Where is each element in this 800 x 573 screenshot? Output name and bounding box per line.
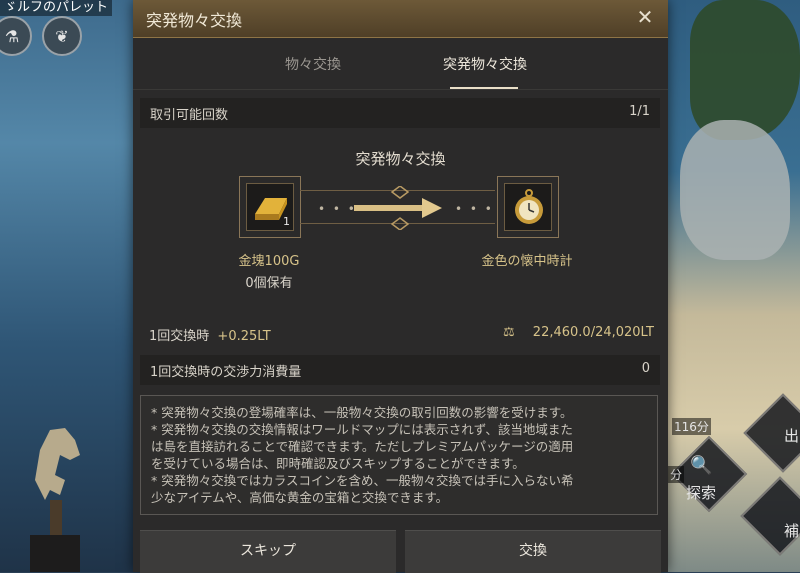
buff-time-label-2: 分 — [668, 466, 685, 483]
energy-value: 0 — [641, 361, 650, 376]
modal-title: 突発物々交換 — [146, 11, 243, 30]
get-item-slot[interactable] — [497, 176, 559, 238]
lt-info: 1回交換時 +0.25LT — [149, 325, 271, 344]
explore-label: 探索 — [686, 484, 717, 502]
arrow-right-icon — [354, 186, 442, 230]
background-rock — [680, 120, 790, 260]
trade-count-label: 取引可能回数 — [150, 108, 229, 123]
tab-sudden-barter[interactable]: 突発物々交換 — [443, 54, 527, 74]
tab-bar: 物々交換 突発物々交換 — [133, 38, 668, 90]
lt-value: +0.25LT — [217, 329, 271, 344]
weight-info: ⚖ 22,460.0/24,020LT — [503, 325, 654, 340]
trade-count-value: 1/1 — [629, 104, 650, 119]
buff-time-label: 116分 — [672, 418, 711, 435]
notes-box: * 突発物々交換の登場確率は、一般物々交換の取引回数の影響を受けます。 * 突発… — [140, 395, 658, 515]
close-icon[interactable]: ✕ — [634, 6, 656, 28]
exchange-heading: 突発物々交換 — [355, 150, 446, 168]
pocket-watch-icon — [515, 189, 543, 224]
tab-barter[interactable]: 物々交換 — [285, 54, 341, 74]
weight-value: 22,460.0/24,020LT — [532, 325, 654, 340]
note-line: * 突発物々交換ではカラスコインを含め、一般物々交換では手に入らない希 — [151, 473, 574, 488]
exchange-button[interactable]: 交換 — [405, 530, 661, 573]
weight-icon: ⚖ — [503, 325, 515, 340]
fish-icon[interactable]: ❦ — [42, 16, 82, 56]
lt-label: 1回交換時 — [149, 329, 210, 344]
give-item-slot[interactable]: 1 — [239, 176, 301, 238]
give-item-name: 金塊100G — [238, 254, 300, 269]
side-menu-bottom-label: 補 — [784, 522, 800, 540]
dots-right: • • • — [455, 202, 494, 216]
barter-modal: 突発物々交換 ✕ 物々交換 突発物々交換 取引可能回数 1/1 突発物々交換 1… — [133, 0, 668, 573]
background-tree — [690, 0, 800, 140]
note-line: を受けている場合は、即時確認及びスキップすることができます。 — [151, 456, 525, 471]
give-item-owned: 0個保有 — [245, 276, 293, 291]
trade-count-row: 取引可能回数 1/1 — [140, 98, 660, 128]
horse-statue-icon — [30, 428, 80, 572]
note-line: 少なアイテムや、高価な黄金の宝箱と交換できます。 — [151, 490, 449, 505]
give-item-quantity: 1 — [283, 215, 290, 228]
tab-divider — [133, 89, 668, 90]
energy-label: 1回交換時の交渉力消費量 — [150, 365, 302, 380]
note-line: * 突発物々交換の登場確率は、一般物々交換の取引回数の影響を受けます。 — [151, 405, 573, 420]
note-line: * 突発物々交換の交換情報はワールドマップには表示されず、該当地域また — [151, 422, 573, 437]
side-menu-top-label: 出 — [784, 427, 800, 445]
modal-titlebar: 突発物々交換 ✕ — [133, 0, 668, 38]
search-icon: 🔍 — [690, 455, 713, 476]
dots-left: • • • — [318, 202, 357, 216]
get-item-name: 金色の懐中時計 — [481, 254, 573, 269]
skip-button[interactable]: スキップ — [140, 530, 396, 573]
energy-row: 1回交換時の交渉力消費量 0 — [140, 355, 660, 385]
top-left-label: ゞルフのパレット — [0, 0, 113, 16]
note-line: は島を直接訪れることで確認できます。ただしプレミアムパッケージの適用 — [151, 439, 574, 454]
